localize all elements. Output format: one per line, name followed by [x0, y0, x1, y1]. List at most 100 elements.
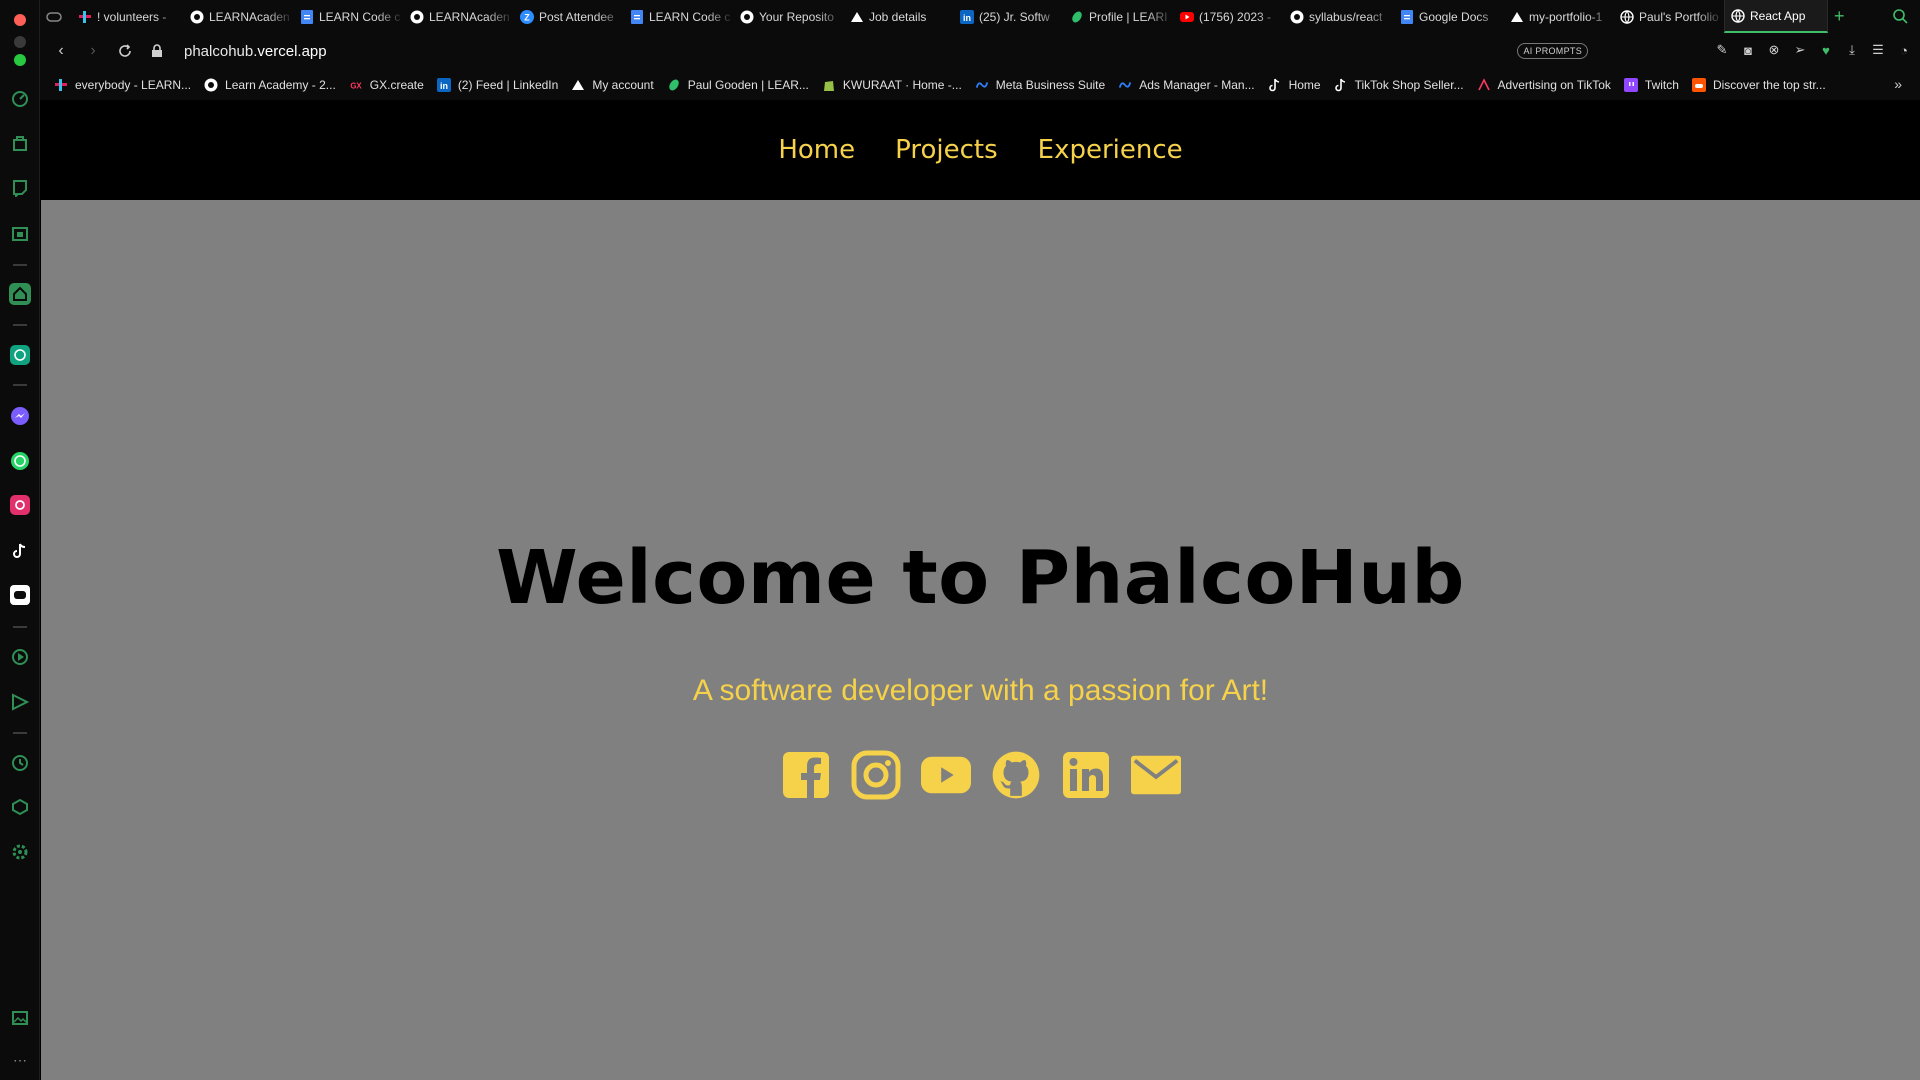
linkedin-icon[interactable] — [1061, 745, 1111, 805]
bookmark-item[interactable]: Discover the top str... — [1691, 77, 1826, 92]
bookmark-item[interactable]: Meta Business Suite — [975, 78, 1105, 92]
menu-icon[interactable]: ☰ — [1870, 40, 1886, 60]
bookmark-item[interactable]: My account — [571, 77, 654, 92]
chatgpt-icon[interactable] — [9, 344, 31, 366]
messenger-icon[interactable] — [9, 405, 31, 427]
bookmark-item[interactable]: everybody - LEARN... — [54, 78, 191, 92]
sidebar-separator — [13, 626, 27, 628]
bookmark-item[interactable]: GX GX.create — [349, 78, 424, 92]
tiktok-icon[interactable] — [9, 540, 31, 562]
web-page: Home Projects Experience Welcome to Phal… — [41, 100, 1920, 1080]
bookmark-item[interactable]: Twitch — [1623, 77, 1679, 92]
ai-prompts-button[interactable]: AI PROMPTS — [1517, 43, 1588, 59]
bookmark-label: TikTok Shop Seller... — [1354, 77, 1464, 92]
window-minimize-dot[interactable] — [14, 36, 26, 48]
send-icon[interactable] — [9, 691, 31, 713]
bookmark-item[interactable]: in (2) Feed | LinkedIn — [436, 77, 558, 92]
tab-11[interactable]: syllabus/react — [1284, 0, 1394, 33]
youtube-icon — [1180, 10, 1194, 24]
tab-5[interactable]: LEARN Code c — [624, 0, 734, 33]
bookmark-item[interactable]: Advertising on TikTok — [1477, 78, 1611, 92]
github-icon[interactable] — [991, 745, 1041, 805]
back-icon[interactable]: ‹ — [50, 40, 72, 62]
youtube-icon[interactable] — [920, 745, 971, 805]
tab-9[interactable]: Profile | LEARI — [1064, 0, 1174, 33]
heart-icon[interactable]: ♥ — [1818, 40, 1834, 60]
tab-6[interactable]: Your Reposito — [734, 0, 844, 33]
github-icon — [740, 10, 754, 24]
lock-icon[interactable] — [146, 40, 168, 62]
url-field[interactable]: phalcohub.vercel.app — [184, 43, 327, 60]
nav-projects[interactable]: Projects — [895, 135, 998, 165]
speed-dial-icon[interactable] — [9, 88, 31, 110]
wallpaper-icon[interactable] — [9, 1007, 31, 1029]
history-icon[interactable] — [9, 752, 31, 774]
window-close-dot[interactable] — [14, 14, 26, 26]
sidebar-separator — [13, 324, 27, 326]
facebook-icon[interactable] — [781, 745, 831, 805]
instagram-icon[interactable] — [9, 494, 31, 516]
twitch-icon[interactable] — [9, 177, 31, 199]
bookmark-item[interactable]: Home — [1268, 78, 1321, 92]
home-icon[interactable] — [9, 283, 31, 305]
tab-label: syllabus/react — [1309, 9, 1383, 24]
nav-experience[interactable]: Experience — [1038, 135, 1183, 165]
tab-4[interactable]: Z Post Attendee — [514, 0, 624, 33]
forward-icon[interactable]: › — [82, 40, 104, 62]
tab-0[interactable]: ! volunteers - — [72, 0, 184, 33]
bookmark-item[interactable]: TikTok Shop Seller... — [1334, 78, 1464, 92]
site-nav: Home Projects Experience — [41, 100, 1920, 200]
browser-sidebar: ⋯ — [0, 0, 40, 1080]
send-icon[interactable]: ➢ — [1792, 40, 1808, 60]
hero-title: Welcome to PhalcoHub — [496, 535, 1465, 621]
bookmark-label: Discover the top str... — [1712, 77, 1826, 92]
gamepad-icon[interactable] — [40, 0, 72, 33]
workspace-icon[interactable] — [9, 133, 31, 155]
player-icon[interactable] — [9, 646, 31, 668]
leaf-icon — [1070, 10, 1084, 24]
hero-subtitle: A software developer with a passion for … — [692, 674, 1269, 707]
bookmarks-more-icon[interactable]: » — [1894, 76, 1902, 92]
tab-13[interactable]: my-portfolio-1 — [1504, 0, 1614, 33]
sidebar-separator — [13, 732, 27, 734]
extensions-icon[interactable] — [9, 796, 31, 818]
tab-8[interactable]: in (25) Jr. Softw — [954, 0, 1064, 33]
bookmark-item[interactable]: Paul Gooden | LEAR... — [667, 78, 809, 92]
tab-1[interactable]: LEARNAcaden — [184, 0, 294, 33]
globe-icon — [1620, 9, 1634, 24]
address-bar: ‹ › phalcohub.vercel.app AI PROMPTS ✎ ◙ … — [40, 33, 1920, 69]
meta-icon — [975, 78, 989, 92]
tab-14[interactable]: Paul's Portfolio — [1614, 0, 1724, 33]
bookmark-label: Meta Business Suite — [995, 77, 1106, 92]
search-icon[interactable] — [1892, 8, 1908, 29]
tab-15[interactable]: React App — [1724, 0, 1828, 33]
download-icon[interactable]: ⤓ — [1844, 40, 1860, 60]
block-icon[interactable]: ⊗ — [1766, 40, 1782, 60]
tab-7[interactable]: Job details — [844, 0, 954, 33]
reload-icon[interactable] — [114, 40, 136, 62]
whatsapp-icon[interactable] — [9, 450, 31, 472]
window-maximize-dot[interactable] — [14, 54, 26, 66]
bookmark-item[interactable]: KWURAAT · Home -... — [822, 78, 962, 92]
instagram-icon[interactable] — [851, 745, 901, 805]
email-icon[interactable] — [1130, 745, 1181, 805]
tab-3[interactable]: LEARNAcaden — [404, 0, 514, 33]
profile-icon[interactable]: ◔ — [1896, 40, 1912, 60]
slack-icon — [54, 78, 68, 92]
bookmark-item[interactable]: Ads Manager - Man... — [1118, 78, 1255, 92]
discord-icon[interactable] — [9, 584, 31, 606]
tab-2[interactable]: LEARN Code c — [294, 0, 404, 33]
tab-label: LEARNAcaden — [429, 9, 510, 24]
more-icon[interactable]: ⋯ — [9, 1049, 31, 1071]
gx-icon: GX — [349, 78, 363, 92]
tab-10[interactable]: (1756) 2023 - — [1174, 0, 1284, 33]
edit-icon[interactable]: ✎ — [1714, 40, 1730, 60]
bookmark-label: My account — [592, 77, 654, 92]
tabs-manager-icon[interactable] — [9, 223, 31, 245]
bookmark-item[interactable]: Learn Academy - 2... — [204, 78, 336, 92]
tab-12[interactable]: Google Docs — [1394, 0, 1504, 33]
settings-icon[interactable] — [9, 841, 31, 863]
camera-icon[interactable]: ◙ — [1740, 40, 1756, 60]
new-tab-button[interactable]: + — [1828, 0, 1851, 33]
nav-home[interactable]: Home — [778, 135, 855, 165]
